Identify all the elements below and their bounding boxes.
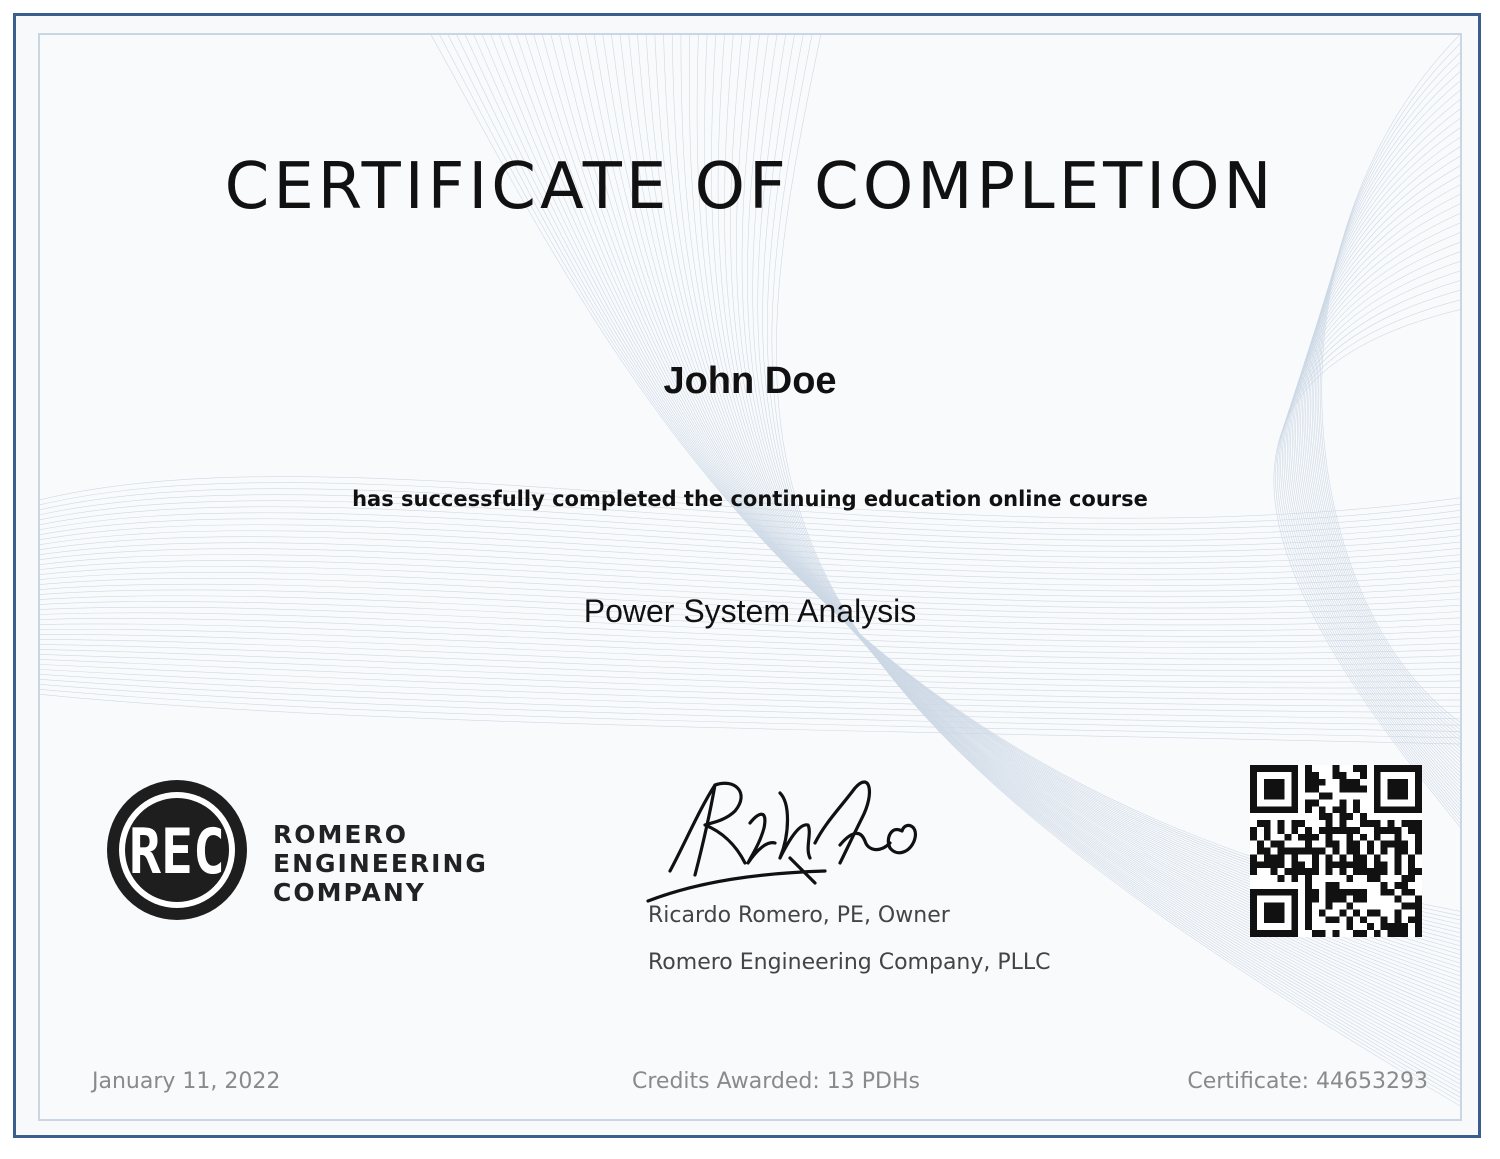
- completion-statement: has successfully completed the continuin…: [352, 487, 1148, 511]
- certificate-outer-frame: CERTIFICATE OF COMPLETION John Doe has s…: [13, 13, 1481, 1138]
- qr-code-icon[interactable]: [1250, 765, 1422, 937]
- certificate-inner-frame: CERTIFICATE OF COMPLETION John Doe has s…: [38, 33, 1462, 1121]
- recipient-name: John Doe: [663, 360, 837, 402]
- logo-line-3: COMPANY: [273, 878, 426, 907]
- logo-line-2: ENGINEERING: [273, 849, 488, 878]
- issue-date: January 11, 2022: [92, 1069, 281, 1094]
- credits-awarded: Credits Awarded: 13 PDHs: [632, 1069, 920, 1094]
- signatory-company: Romero Engineering Company, PLLC: [648, 950, 1051, 975]
- signature-icon: [646, 780, 918, 903]
- signatory-name: Ricardo Romero, PE, Owner: [648, 903, 950, 928]
- logo-monogram: REC: [129, 815, 225, 888]
- course-name: Power System Analysis: [583, 593, 917, 629]
- certificate-title: CERTIFICATE OF COMPLETION: [224, 150, 1276, 224]
- logo-line-1: ROMERO: [273, 820, 408, 849]
- certificate-number: Certificate: 44653293: [1187, 1069, 1428, 1094]
- logo-wordmark: ROMERO ENGINEERING COMPANY: [273, 820, 488, 907]
